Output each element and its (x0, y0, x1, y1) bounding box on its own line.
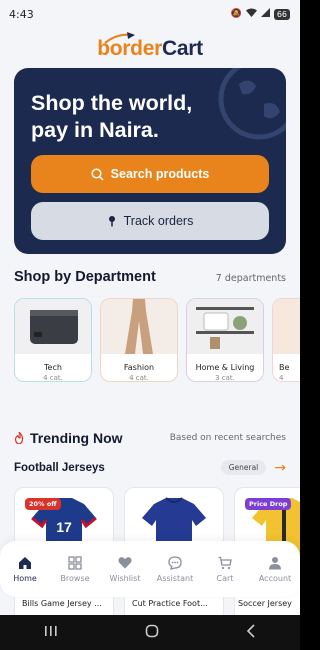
nav-account[interactable]: Account (251, 555, 299, 583)
discount-badge: 20% off (25, 498, 61, 510)
category-header: Football Jerseys General → (14, 460, 286, 475)
hero-title: Shop the world, pay in Naira. (31, 91, 193, 142)
search-icon (91, 167, 104, 181)
svg-text:17: 17 (56, 519, 72, 535)
nav-wishlist[interactable]: Wishlist (101, 555, 149, 583)
fashion-image (101, 299, 177, 354)
trending-title: Trending Now (30, 430, 123, 446)
track-orders-label: Track orders (123, 214, 194, 228)
heart-icon (118, 555, 133, 570)
wifi-icon (245, 8, 257, 20)
nav-browse[interactable]: Browse (51, 555, 99, 583)
bottom-nav: Home Browse Wishlist Assistant Cart Acco… (0, 541, 300, 597)
department-tech[interactable]: Tech 4 cat. (14, 298, 92, 382)
plane-icon (104, 32, 136, 44)
product-name: Soccer Jersey (238, 599, 292, 608)
trending-header: Trending Now Based on recent searches (14, 430, 286, 446)
nav-assistant[interactable]: Assistant (151, 555, 199, 583)
trending-subtitle: Based on recent searches (169, 433, 286, 443)
logo-cart: Cart (161, 37, 203, 60)
category-title: Football Jerseys (14, 461, 105, 474)
system-nav-bar (0, 615, 300, 650)
status-icons: 🔕 66 (231, 8, 290, 20)
department-partial[interactable]: Be 4 (272, 298, 300, 382)
app-logo: borderCart (0, 32, 300, 64)
chat-icon (168, 555, 183, 570)
departments-title: Shop by Department (14, 269, 156, 285)
status-time: 4:43 (9, 7, 34, 21)
general-chip[interactable]: General (220, 460, 267, 475)
tech-image (15, 299, 91, 354)
cart-icon (218, 555, 233, 570)
product-name: Bills Game Jersey ... (22, 599, 102, 608)
signal-icon (260, 8, 270, 20)
department-home-living[interactable]: Home & Living 3 cat. (186, 298, 264, 382)
battery-icon: 66 (273, 8, 290, 20)
recent-apps-icon[interactable] (44, 625, 58, 641)
search-products-button[interactable]: Search products (31, 155, 269, 193)
home-circle-icon[interactable] (145, 624, 159, 642)
mute-icon: 🔕 (230, 9, 242, 19)
back-icon[interactable] (246, 623, 256, 642)
nav-cart[interactable]: Cart (201, 555, 249, 583)
grid-icon (68, 555, 83, 570)
home-living-image (187, 299, 263, 354)
departments-header: Shop by Department 7 departments (14, 269, 286, 285)
arrow-right-icon[interactable]: → (274, 461, 286, 475)
product-name: Cut Practice Foot... (132, 599, 208, 608)
nav-home[interactable]: Home (1, 555, 49, 583)
pin-icon (108, 216, 115, 227)
price-drop-badge: Price Drop (245, 498, 292, 510)
fire-icon (14, 432, 24, 444)
departments-list: Tech 4 cat. Fashion 4 cat. Home & Living… (14, 298, 300, 384)
user-icon (268, 555, 283, 570)
status-bar: 4:43 🔕 66 (0, 0, 300, 28)
track-orders-button[interactable]: Track orders (31, 202, 269, 240)
home-icon (18, 555, 33, 570)
departments-count[interactable]: 7 departments (216, 273, 286, 284)
hero-banner: Shop the world, pay in Naira. Search pro… (14, 68, 286, 254)
search-products-label: Search products (110, 167, 210, 181)
department-partial-image (273, 299, 300, 354)
department-fashion[interactable]: Fashion 4 cat. (100, 298, 178, 382)
app-screen: 4:43 🔕 66 borderCart Shop the world, pay… (0, 0, 300, 650)
